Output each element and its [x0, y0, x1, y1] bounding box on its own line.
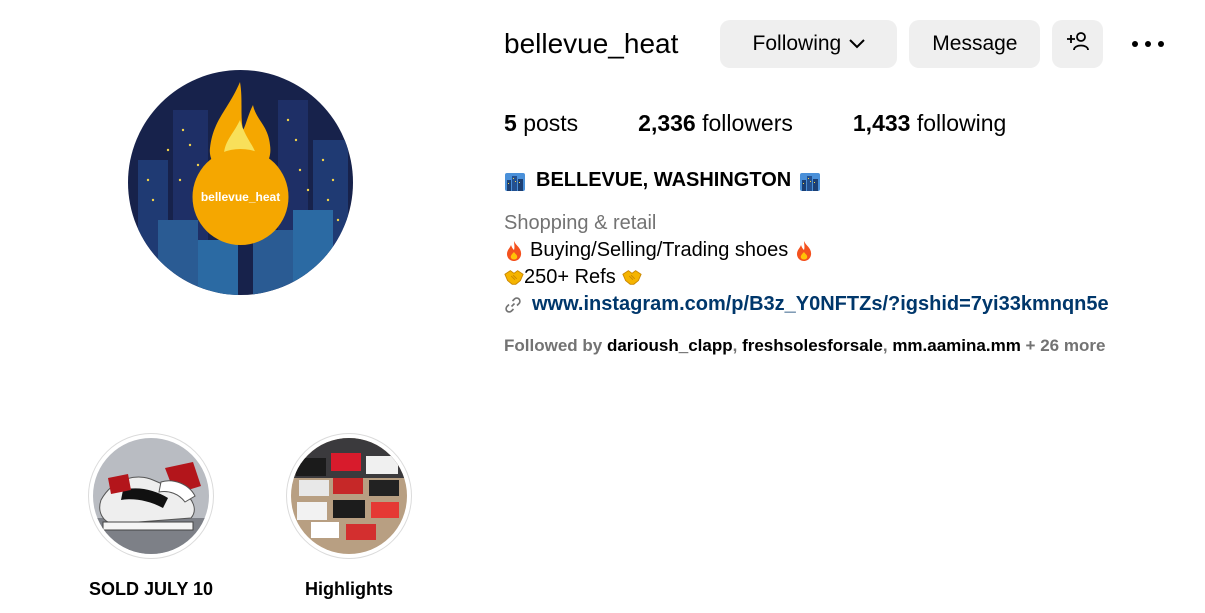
profile-category: Shopping & retail	[504, 212, 657, 234]
add-user-icon	[1066, 31, 1090, 57]
profile-header: bellevue_heat Following Message 5 posts …	[504, 20, 1205, 356]
message-button-label: Message	[932, 32, 1018, 55]
highlight-item[interactable]: SOLD JULY 10	[61, 433, 241, 600]
stat-value: 2,336	[638, 110, 696, 136]
bio-line: Buying/Selling/Trading shoes	[504, 239, 1205, 262]
more-options-icon[interactable]	[1131, 27, 1165, 61]
highlight-cover[interactable]	[88, 433, 214, 559]
bio-name: BELLEVUE, WASHINGTON	[504, 169, 1205, 192]
highlight-item[interactable]: Highlights	[259, 433, 439, 600]
stat-value: 5	[504, 110, 517, 136]
followed-by[interactable]: Followed by darioush_clapp, freshsolesfo…	[504, 336, 1205, 356]
avatar-text: bellevue_heat	[201, 190, 280, 204]
bio-link[interactable]: www.instagram.com/p/B3z_Y0NFTZs/?igshid=…	[504, 293, 1205, 316]
stat-label: following	[916, 110, 1007, 136]
stat-value: 1,433	[852, 110, 911, 136]
bio-line: 250+ Refs	[504, 266, 1205, 289]
highlight-label: Highlights	[305, 579, 393, 599]
profile-stats: 5 posts 2,336 followers 1,433 following	[504, 110, 1205, 137]
stat-followers[interactable]: 2,336 followers	[638, 110, 793, 137]
followed-by-user[interactable]: mm.aamina.mm	[892, 336, 1021, 355]
chevron-down-icon	[849, 39, 865, 49]
bio-line-text: Buying/Selling/Trading shoes	[530, 239, 789, 261]
stat-label: followers	[702, 110, 793, 136]
handshake-icon	[622, 267, 642, 289]
message-button[interactable]: Message	[909, 20, 1041, 68]
following-button[interactable]: Following	[720, 20, 898, 68]
cityscape-icon	[799, 170, 821, 192]
stat-posts: 5 posts	[504, 110, 578, 137]
highlight-cover[interactable]	[286, 433, 412, 559]
bio-name-text: BELLEVUE, WASHINGTON	[536, 169, 792, 191]
fire-icon	[504, 240, 524, 262]
followed-by-more[interactable]: + 26 more	[1026, 336, 1106, 355]
bio-link-url[interactable]: www.instagram.com/p/B3z_Y0NFTZs/?igshid=…	[532, 293, 1109, 316]
fire-icon	[794, 240, 814, 262]
followed-by-prefix: Followed by	[504, 336, 603, 355]
bio-line-text: 250+ Refs	[524, 266, 616, 288]
profile-avatar[interactable]: bellevue_heat	[128, 70, 353, 295]
following-button-label: Following	[752, 32, 842, 55]
suggest-user-button[interactable]	[1052, 20, 1104, 68]
cityscape-icon	[504, 170, 526, 192]
stat-label: posts	[523, 110, 579, 136]
stat-following[interactable]: 1,433 following	[853, 110, 1006, 137]
link-icon	[504, 296, 522, 314]
username: bellevue_heat	[504, 28, 679, 59]
followed-by-user[interactable]: darioush_clapp	[607, 336, 733, 355]
handshake-icon	[504, 267, 524, 289]
highlight-label: SOLD JULY 10	[88, 579, 214, 599]
followed-by-user[interactable]: freshsolesforsale	[742, 336, 883, 355]
